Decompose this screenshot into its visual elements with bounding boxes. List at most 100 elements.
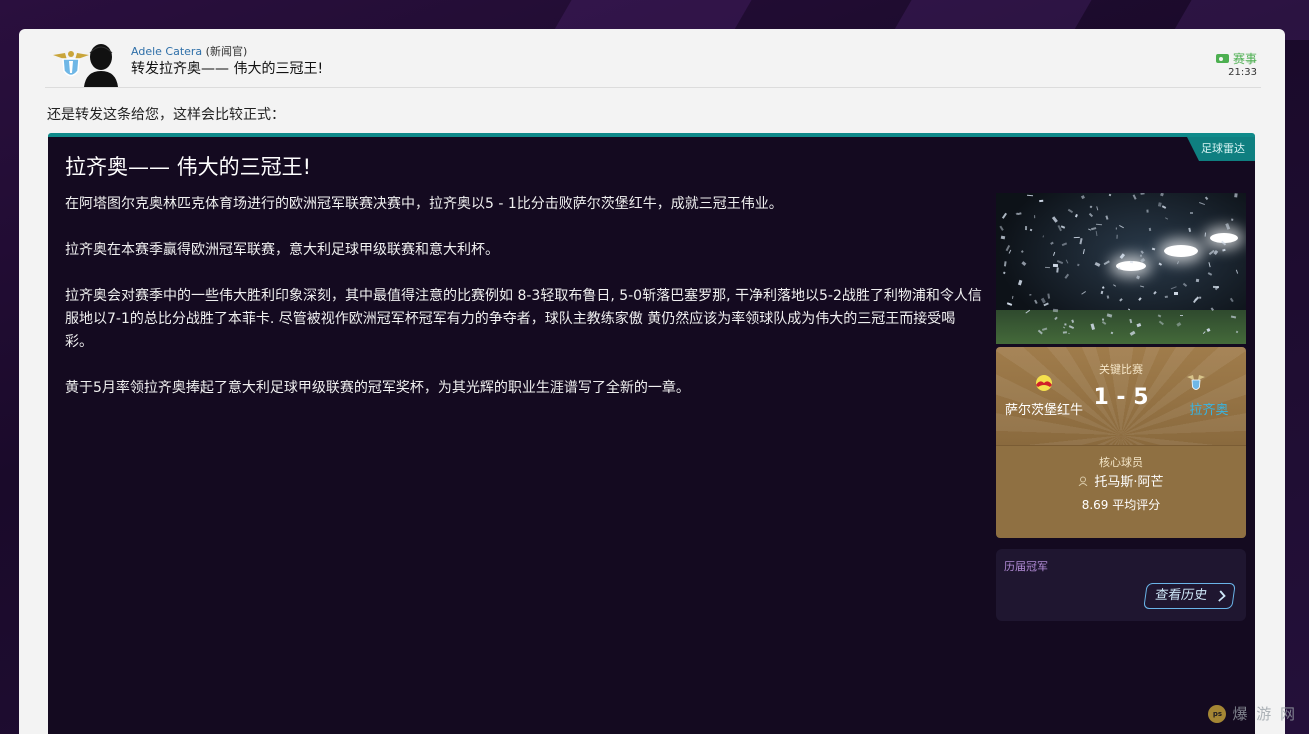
category-tag: 赛事 xyxy=(1215,50,1257,67)
confetti-piece xyxy=(1233,193,1238,198)
key-player-name[interactable]: 托马斯·阿芒 xyxy=(1094,471,1163,490)
confetti-piece xyxy=(1064,273,1070,279)
celebration-photo xyxy=(996,193,1246,344)
confetti-piece xyxy=(1096,206,1099,212)
key-player-rating: 8.69 平均评分 xyxy=(1081,498,1161,512)
confetti-piece xyxy=(1080,290,1086,295)
view-history-button[interactable]: 查看历史 xyxy=(1143,583,1236,609)
stadium-light xyxy=(1164,245,1198,257)
confetti-piece xyxy=(1004,260,1007,266)
confetti-piece xyxy=(1073,236,1080,239)
sender-name[interactable]: Adele Catera xyxy=(131,45,202,58)
article-paragraph: 黄于5月率领拉齐奥捧起了意大利足球甲级联赛的冠军奖杯，为其光辉的职业生涯谱写了全… xyxy=(65,380,690,396)
confetti-piece xyxy=(1164,296,1168,299)
confetti-piece xyxy=(1011,295,1014,300)
article-paragraph: 拉齐奥在本赛季赢得欧洲冠军联赛，意大利足球甲级联赛和意大利杯。 xyxy=(65,242,499,258)
confetti-piece xyxy=(1002,212,1008,219)
sender-line: Adele Catera (新闻官) xyxy=(131,43,247,59)
confetti-piece xyxy=(1106,296,1110,300)
key-player[interactable]: 托马斯·阿芒 xyxy=(996,471,1246,490)
confetti-piece xyxy=(1136,275,1140,279)
confetti-piece xyxy=(1225,223,1231,230)
watermark-logo-icon: ps xyxy=(1208,704,1227,723)
confetti-piece xyxy=(1141,193,1146,196)
confetti-piece xyxy=(1079,237,1083,245)
confetti-piece xyxy=(1164,217,1169,220)
confetti-piece xyxy=(1137,297,1142,302)
confetti-piece xyxy=(1033,215,1035,219)
confetti-piece xyxy=(1091,227,1097,231)
confetti-piece xyxy=(1176,260,1180,265)
confetti-piece xyxy=(1025,226,1028,231)
confetti-piece xyxy=(1190,212,1194,214)
confetti-piece xyxy=(1021,261,1027,267)
confetti-piece xyxy=(1081,195,1085,199)
confetti-piece xyxy=(1061,242,1068,247)
confetti-piece xyxy=(1050,241,1054,246)
confetti-piece xyxy=(1075,214,1078,218)
confetti-piece xyxy=(1056,267,1060,273)
past-champions-title: 历届冠军 xyxy=(1004,560,1048,573)
confetti-piece xyxy=(1140,254,1143,257)
article-paragraph: 拉齐奥会对赛季中的一些伟大胜利印象深刻，其中最值得注意的比赛例如 8-3轻取布鲁… xyxy=(65,288,982,350)
confetti-piece xyxy=(1018,279,1023,286)
confetti-piece xyxy=(1067,209,1074,214)
confetti-piece xyxy=(1148,227,1152,231)
article-body: 在阿塔图尔克奥林匹克体育场进行的欧洲冠军联赛决赛中，拉齐奥以5 - 1比分击败萨… xyxy=(65,193,983,423)
article-headline: 拉齐奥—— 伟大的三冠王! xyxy=(65,155,312,179)
confetti-piece xyxy=(1153,291,1157,295)
confetti-piece xyxy=(1002,271,1006,275)
sender-role: (新闻官) xyxy=(205,45,248,58)
confetti-piece xyxy=(1235,269,1239,274)
confetti-piece xyxy=(1046,293,1050,299)
confetti-piece xyxy=(1140,250,1144,254)
confetti-piece xyxy=(1146,209,1149,213)
confetti-piece xyxy=(1008,249,1011,254)
confetti-piece xyxy=(1065,259,1069,264)
past-champions-panel: 历届冠军 查看历史 xyxy=(996,549,1246,621)
confetti-piece xyxy=(1193,298,1198,303)
confetti-piece xyxy=(1043,302,1049,307)
confetti-piece xyxy=(1199,201,1206,205)
confetti-piece xyxy=(1082,249,1085,255)
key-match-card[interactable]: 关键比赛 萨尔茨堡红牛 1 - 5 拉齐奥 xyxy=(996,347,1246,445)
confetti-piece xyxy=(1028,294,1032,296)
ticket-icon xyxy=(1215,54,1229,63)
message-header: Adele Catera (新闻官) 转发拉齐奥—— 伟大的三冠王! 赛事 21… xyxy=(45,39,1261,88)
confetti-piece xyxy=(1196,278,1200,283)
article-sidebar: 关键比赛 萨尔茨堡红牛 1 - 5 拉齐奥 核心球员 托马斯·阿芒 8.69 平… xyxy=(996,193,1246,621)
confetti-piece xyxy=(1106,215,1110,221)
confetti-piece xyxy=(1034,299,1038,305)
pitch-area xyxy=(996,310,1246,344)
confetti-piece xyxy=(999,225,1004,232)
confetti-piece xyxy=(1115,227,1118,230)
away-team-name[interactable]: 拉齐奥 xyxy=(1178,399,1240,418)
key-player-card[interactable]: 核心球员 托马斯·阿芒 8.69 平均评分 xyxy=(996,445,1246,538)
message-panel: Adele Catera (新闻官) 转发拉齐奥—— 伟大的三冠王! 赛事 21… xyxy=(19,29,1285,734)
confetti-piece xyxy=(1203,232,1206,237)
confetti-piece xyxy=(1108,193,1112,196)
confetti-piece xyxy=(1089,205,1093,209)
confetti-piece xyxy=(1056,259,1063,264)
confetti-piece xyxy=(1188,227,1192,232)
confetti-piece xyxy=(1052,215,1059,223)
confetti-piece xyxy=(1160,193,1164,197)
confetti-piece xyxy=(1129,318,1133,323)
confetti-piece xyxy=(1207,271,1213,276)
message-time: 21:33 xyxy=(1228,67,1257,78)
confetti-piece xyxy=(1006,302,1012,307)
confetti-piece xyxy=(1026,194,1033,197)
confetti-piece xyxy=(1207,261,1211,267)
confetti-piece xyxy=(1132,194,1138,201)
key-player-label: 核心球员 xyxy=(1099,456,1143,469)
confetti-piece xyxy=(1115,234,1118,239)
confetti-piece xyxy=(1229,297,1234,302)
confetti-piece xyxy=(1095,230,1098,236)
confetti-piece xyxy=(1151,248,1156,252)
article-source: 足球雷达 xyxy=(1187,137,1255,161)
confetti-piece xyxy=(1119,253,1125,260)
news-article: 足球雷达 拉齐奥—— 伟大的三冠王! 在阿塔图尔克奥林匹克体育场进行的欧洲冠军联… xyxy=(48,133,1255,734)
confetti-piece xyxy=(1052,264,1059,267)
confetti-piece xyxy=(1029,228,1033,232)
confetti-piece xyxy=(1052,251,1055,256)
